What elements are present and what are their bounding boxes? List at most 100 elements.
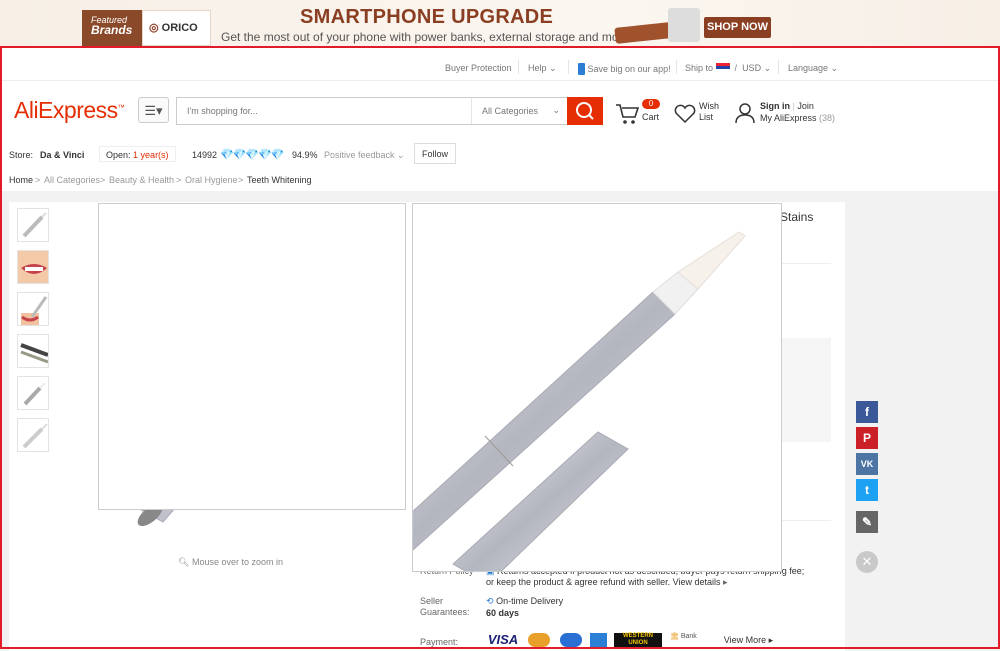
close-icon: ✕ bbox=[861, 554, 873, 569]
edit-icon: ✎ bbox=[861, 515, 873, 529]
western-union-icon: WESTERN UNION bbox=[614, 633, 662, 647]
visa-icon: VISA bbox=[487, 632, 519, 647]
store-score: 14992 bbox=[192, 150, 218, 160]
twitter-share-button[interactable]: t bbox=[856, 479, 878, 501]
help-menu[interactable]: Help ⌄ bbox=[528, 63, 557, 74]
top-nav: Buyer Protection Help ⌄ Save big on our … bbox=[0, 56, 1000, 81]
divider bbox=[782, 520, 831, 521]
language-menu[interactable]: Language ⌄ bbox=[788, 63, 838, 74]
product-thumbnail[interactable] bbox=[17, 334, 49, 368]
help-label: Help bbox=[528, 63, 547, 73]
wish-list-link[interactable]: Wish List bbox=[672, 99, 732, 129]
search-input[interactable] bbox=[177, 98, 467, 124]
product-thumbnail[interactable] bbox=[17, 208, 49, 242]
wish-line1: Wish bbox=[699, 101, 719, 111]
magnifier-icon: 🔍︎ bbox=[178, 557, 190, 567]
smile-thumbnail-image bbox=[18, 251, 48, 283]
divider bbox=[778, 60, 779, 74]
search-button[interactable] bbox=[567, 97, 603, 125]
shop-now-button[interactable]: SHOP NOW bbox=[704, 17, 771, 38]
store-open-badge: Open: 1 year(s) bbox=[99, 146, 176, 162]
view-more-label: View More bbox=[723, 635, 767, 645]
feedback-label: Positive feedback bbox=[324, 150, 395, 160]
guarantee-days: 60 days bbox=[486, 608, 520, 618]
follow-button[interactable]: Follow bbox=[414, 143, 457, 164]
my-aliexpress-link[interactable]: My AliExpress bbox=[760, 113, 817, 123]
product-thumbnail[interactable] bbox=[17, 292, 49, 326]
chevron-down-icon: ⌄ bbox=[552, 105, 560, 115]
featured-line2: Brands bbox=[91, 23, 133, 37]
heart-icon bbox=[674, 104, 696, 124]
vk-icon: VK bbox=[860, 459, 874, 469]
facebook-share-button[interactable]: f bbox=[856, 401, 878, 423]
promo-title: SMARTPHONE UPGRADE bbox=[300, 6, 554, 28]
breadcrumb-teeth-whitening[interactable]: Teeth Whitening bbox=[247, 175, 312, 185]
product-thumbnail[interactable] bbox=[17, 250, 49, 284]
zoom-lens bbox=[98, 203, 406, 510]
vk-share-button[interactable]: VK bbox=[856, 453, 878, 475]
guarantee-name: On-time Delivery bbox=[496, 596, 564, 606]
promo-subtitle: Get the most out of your phone with powe… bbox=[221, 30, 630, 44]
open-years: 1 year(s) bbox=[133, 150, 169, 160]
divider bbox=[782, 263, 831, 264]
pens-thumbnail-image bbox=[20, 343, 48, 364]
logo-text: AliExpress bbox=[14, 97, 118, 123]
product-thumbnail[interactable] bbox=[17, 418, 49, 452]
lip-pen-thumbnail-image bbox=[21, 296, 48, 325]
return-policy-line2: or keep the product & agree refund with … bbox=[486, 577, 671, 587]
payment-label: Payment: bbox=[420, 637, 459, 647]
zoomed-product-image bbox=[413, 231, 746, 571]
search-icon bbox=[576, 102, 594, 120]
site-header: AliExpress™ ☰▾ All Categories ⌄ 0 Cart W… bbox=[0, 81, 1000, 141]
seller-guarantees-label: Seller Guarantees: bbox=[420, 596, 470, 618]
currency-label: USD bbox=[742, 63, 762, 73]
cart-link[interactable]: 0 Cart bbox=[614, 99, 674, 129]
language-label: Language bbox=[788, 63, 829, 73]
buyer-protection-link[interactable]: Buyer Protection bbox=[445, 63, 512, 73]
breadcrumb: Home > All Categories > Beauty & Health … bbox=[9, 175, 312, 185]
join-link[interactable]: Join bbox=[797, 101, 814, 111]
bank-transfer-icon: 🏛︎ Bank bbox=[670, 633, 697, 640]
cart-icon bbox=[616, 104, 640, 124]
flag-icon bbox=[715, 63, 730, 72]
view-more-link[interactable]: View More ▸ bbox=[721, 633, 776, 647]
pinterest-share-button[interactable]: P bbox=[856, 427, 878, 449]
app-promo-label: Save big on our app! bbox=[587, 64, 671, 74]
promo-banner[interactable]: Featured Brands ◎ ORICO SMARTPHONE UPGRA… bbox=[0, 0, 1000, 46]
feedback-menu[interactable]: Positive feedback ⌄ bbox=[324, 150, 405, 161]
sign-in-link[interactable]: Sign in bbox=[760, 101, 790, 111]
maestro-icon bbox=[560, 633, 582, 647]
featured-brands-badge[interactable]: Featured Brands bbox=[82, 10, 142, 46]
delivery-icon: ⟲ bbox=[486, 596, 494, 606]
breadcrumb-oral-hygiene[interactable]: Oral Hygiene bbox=[185, 175, 238, 185]
brand-mark-icon: ◎ bbox=[149, 22, 159, 34]
cart-label: Cart bbox=[642, 112, 660, 122]
seller-guarantee: ⟲ On-time Delivery 60 days bbox=[486, 595, 563, 619]
store-name[interactable]: Da & Vinci bbox=[40, 150, 84, 160]
category-select-value: All Categories bbox=[482, 106, 539, 116]
cart-count-badge: 0 bbox=[642, 99, 660, 109]
feedback-edit-button[interactable]: ✎ bbox=[856, 511, 878, 533]
category-menu-button[interactable]: ☰▾ bbox=[138, 97, 169, 123]
hamburger-icon: ☰▾ bbox=[144, 103, 163, 118]
search-box: All Categories ⌄ bbox=[176, 97, 568, 125]
pinterest-icon: P bbox=[862, 431, 871, 445]
breadcrumb-all-categories[interactable]: All Categories bbox=[44, 175, 100, 185]
divider bbox=[518, 60, 519, 74]
facebook-icon: f bbox=[865, 405, 869, 419]
zoom-preview bbox=[412, 203, 782, 572]
aliexpress-logo[interactable]: AliExpress™ bbox=[14, 97, 125, 124]
product-title: Stains bbox=[780, 210, 814, 224]
account-menu[interactable]: Sign in | Join My AliExpress (38) bbox=[732, 99, 862, 129]
brand-logo[interactable]: ◎ ORICO bbox=[142, 10, 211, 46]
breadcrumb-home[interactable]: Home bbox=[9, 175, 33, 185]
close-sidebar-button[interactable]: ✕ bbox=[856, 551, 878, 573]
category-select[interactable]: All Categories ⌄ bbox=[471, 98, 568, 124]
ship-to-menu[interactable]: Ship to / USD ⌄ bbox=[685, 63, 771, 74]
product-thumbnail[interactable] bbox=[17, 376, 49, 410]
app-promo-link[interactable]: Save big on our app! bbox=[578, 63, 671, 75]
message-count: (38) bbox=[819, 113, 836, 123]
breadcrumb-beauty-health[interactable]: Beauty & Health bbox=[109, 175, 174, 185]
wish-line2: List bbox=[699, 112, 714, 122]
view-details-link[interactable]: View details bbox=[673, 577, 721, 587]
